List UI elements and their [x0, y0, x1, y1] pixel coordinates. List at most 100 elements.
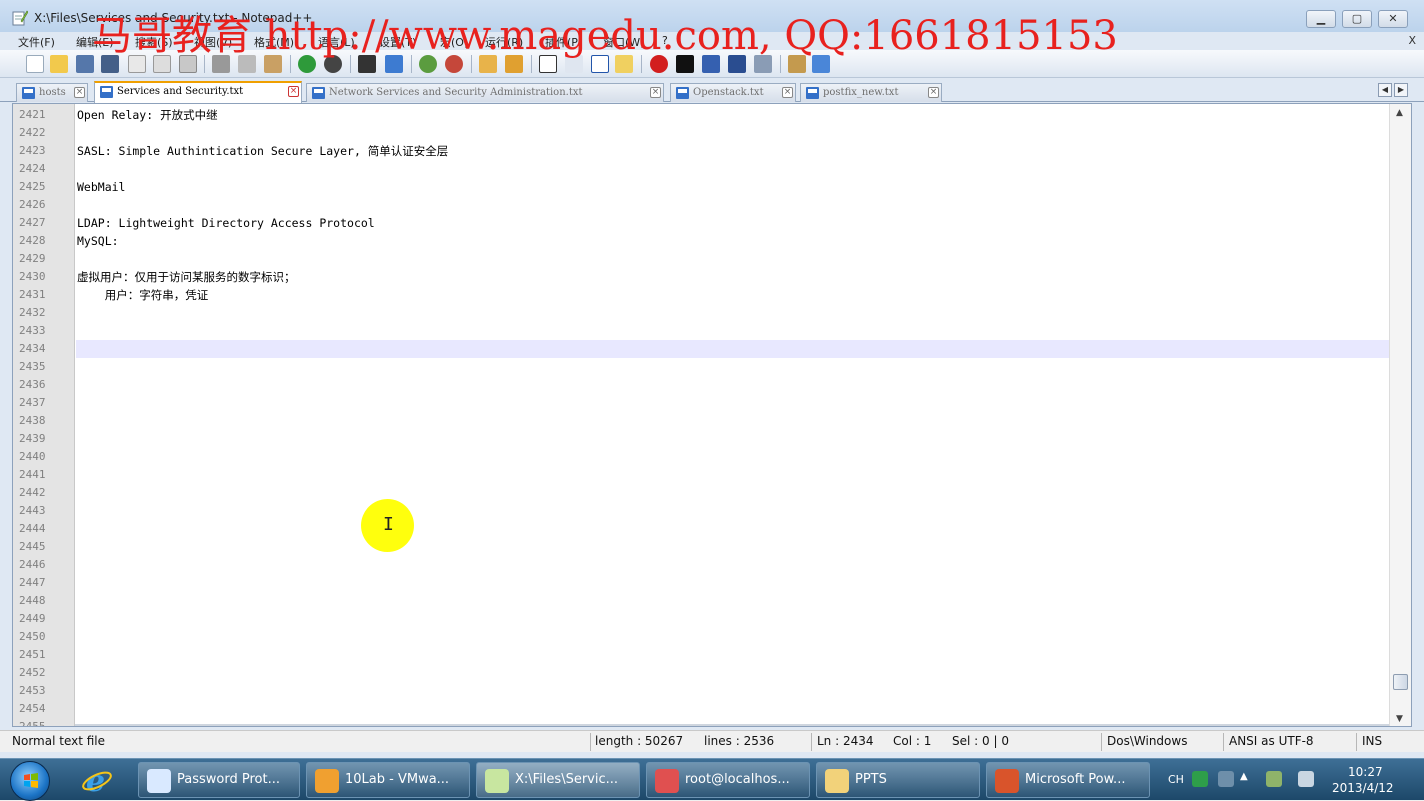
scroll-up-icon[interactable]: ▲ [1396, 108, 1403, 118]
code-line[interactable] [76, 682, 1390, 700]
code-line[interactable] [76, 628, 1390, 646]
tab-close-icon[interactable]: × [74, 87, 85, 98]
code-line[interactable]: 用户：字符串，凭证 [76, 286, 1390, 304]
scroll-thumb[interactable] [1393, 674, 1408, 690]
open-folder-icon[interactable] [50, 55, 68, 73]
save-all-icon[interactable] [101, 55, 119, 73]
tab-close-icon[interactable]: × [928, 87, 939, 98]
cut-icon[interactable] [212, 55, 230, 73]
current-line[interactable] [76, 340, 1390, 358]
menu-file[interactable]: 文件(F) [18, 34, 55, 50]
internet-explorer-icon[interactable]: e [80, 764, 114, 796]
code-line[interactable] [76, 160, 1390, 178]
horizontal-scrollbar[interactable] [75, 724, 1389, 726]
copy-icon[interactable] [238, 55, 256, 73]
code-line[interactable] [76, 574, 1390, 592]
tab-close-icon[interactable]: × [782, 87, 793, 98]
close-all-icon[interactable] [153, 55, 171, 73]
code-line[interactable] [76, 358, 1390, 376]
show-all-chars-icon[interactable] [565, 55, 583, 73]
play-macro-icon[interactable] [702, 55, 720, 73]
vertical-scrollbar[interactable]: ▲ ▼ [1389, 104, 1411, 726]
code-line[interactable] [76, 376, 1390, 394]
code-line[interactable] [76, 448, 1390, 466]
code-line[interactable]: 虚拟用户：仅用于访问某服务的数字标识； [76, 268, 1390, 286]
code-line[interactable] [76, 250, 1390, 268]
spell-check-icon[interactable] [812, 55, 830, 73]
menu-close-doc[interactable]: X [1408, 34, 1416, 47]
tab-close-icon[interactable]: × [288, 86, 299, 97]
code-line[interactable]: MySQL: [76, 232, 1390, 250]
menu-run[interactable]: 运行(R) [485, 34, 523, 50]
udl-dialog-icon[interactable] [615, 55, 633, 73]
code-line[interactable] [76, 520, 1390, 538]
maximize-button[interactable]: ▢ [1342, 10, 1372, 28]
menu-edit[interactable]: 编辑(E) [76, 34, 114, 50]
code-line[interactable] [76, 664, 1390, 682]
run-macro-multiple-icon[interactable] [728, 55, 746, 73]
close-file-icon[interactable] [128, 55, 146, 73]
record-macro-icon[interactable] [650, 55, 668, 73]
sync-horizontal-icon[interactable] [505, 55, 523, 73]
code-line[interactable] [76, 466, 1390, 484]
code-line[interactable] [76, 196, 1390, 214]
undo-icon[interactable] [298, 55, 316, 73]
print-icon[interactable] [179, 55, 197, 73]
code-line[interactable] [76, 502, 1390, 520]
start-button[interactable] [10, 761, 50, 801]
code-line[interactable] [76, 484, 1390, 502]
sogou-input-icon[interactable] [1192, 771, 1208, 787]
network-icon[interactable] [1266, 771, 1282, 787]
menu-search[interactable]: 搜索(S) [135, 34, 173, 50]
code-line[interactable] [76, 394, 1390, 412]
taskbar-item-password[interactable]: Password Prot... [138, 762, 300, 798]
show-hidden-icons-icon[interactable]: ▲ [1240, 771, 1256, 787]
code-line[interactable] [76, 430, 1390, 448]
tab-prev-button[interactable]: ◀ [1378, 83, 1392, 97]
code-line[interactable] [76, 304, 1390, 322]
scroll-down-icon[interactable]: ▼ [1396, 714, 1403, 724]
replace-icon[interactable] [385, 55, 403, 73]
menu-language[interactable]: 语言(L) [318, 34, 355, 50]
clock-time[interactable]: 10:27 [1348, 765, 1383, 779]
menu-settings[interactable]: 设置(T) [379, 34, 416, 50]
tab-network-services[interactable]: Network Services and Security Administra… [306, 83, 664, 102]
paste-icon[interactable] [264, 55, 282, 73]
code-line[interactable]: WebMail [76, 178, 1390, 196]
menu-window[interactable]: 窗口(W) [603, 34, 644, 50]
indent-guide-icon[interactable] [591, 55, 609, 73]
tab-postfix-new[interactable]: postfix_new.txt × [800, 83, 942, 102]
sync-vertical-icon[interactable] [479, 55, 497, 73]
code-line[interactable] [76, 124, 1390, 142]
code-line[interactable] [76, 646, 1390, 664]
taskbar-item-notepad[interactable]: X:\Files\Servic... [476, 762, 640, 798]
tab-close-icon[interactable]: × [650, 87, 661, 98]
menu-format[interactable]: 格式(M) [254, 34, 294, 50]
tab-hosts[interactable]: hosts × [16, 83, 88, 102]
taskbar-item-vmware[interactable]: 10Lab - VMwa... [306, 762, 470, 798]
text-editor[interactable]: 2421 2422 2423 2424 2425 2426 2427 2428 2429 2430… [12, 103, 1412, 727]
taskbar-item-ppts-folder[interactable]: PPTS [816, 762, 980, 798]
code-line[interactable]: SASL: Simple Authintication Secure Layer… [76, 142, 1390, 160]
menu-plugins[interactable]: 插件(P) [545, 34, 582, 50]
code-line[interactable] [76, 610, 1390, 628]
menu-help[interactable]: ? [662, 34, 668, 47]
code-line[interactable] [76, 538, 1390, 556]
code-line[interactable] [76, 700, 1390, 718]
code-line[interactable]: Open Relay: 开放式中继 [76, 106, 1390, 124]
stop-macro-icon[interactable] [676, 55, 694, 73]
save-icon[interactable] [76, 55, 94, 73]
taskbar-item-terminal[interactable]: root@localhos... [646, 762, 810, 798]
new-file-icon[interactable] [26, 55, 44, 73]
word-wrap-icon[interactable] [539, 55, 557, 73]
code-line[interactable] [76, 412, 1390, 430]
title-bar[interactable]: X:\Files\Services and Security.txt - Not… [0, 0, 1424, 32]
minimize-button[interactable]: ▁ [1306, 10, 1336, 28]
input-language-indicator[interactable]: CH [1168, 773, 1184, 786]
menu-view[interactable]: 视图(V) [194, 34, 232, 50]
redo-icon[interactable] [324, 55, 342, 73]
zoom-out-icon[interactable] [445, 55, 463, 73]
code-line[interactable]: LDAP: Lightweight Directory Access Proto… [76, 214, 1390, 232]
language-bar-icon[interactable] [1218, 771, 1234, 787]
action-center-icon[interactable] [1298, 771, 1314, 787]
